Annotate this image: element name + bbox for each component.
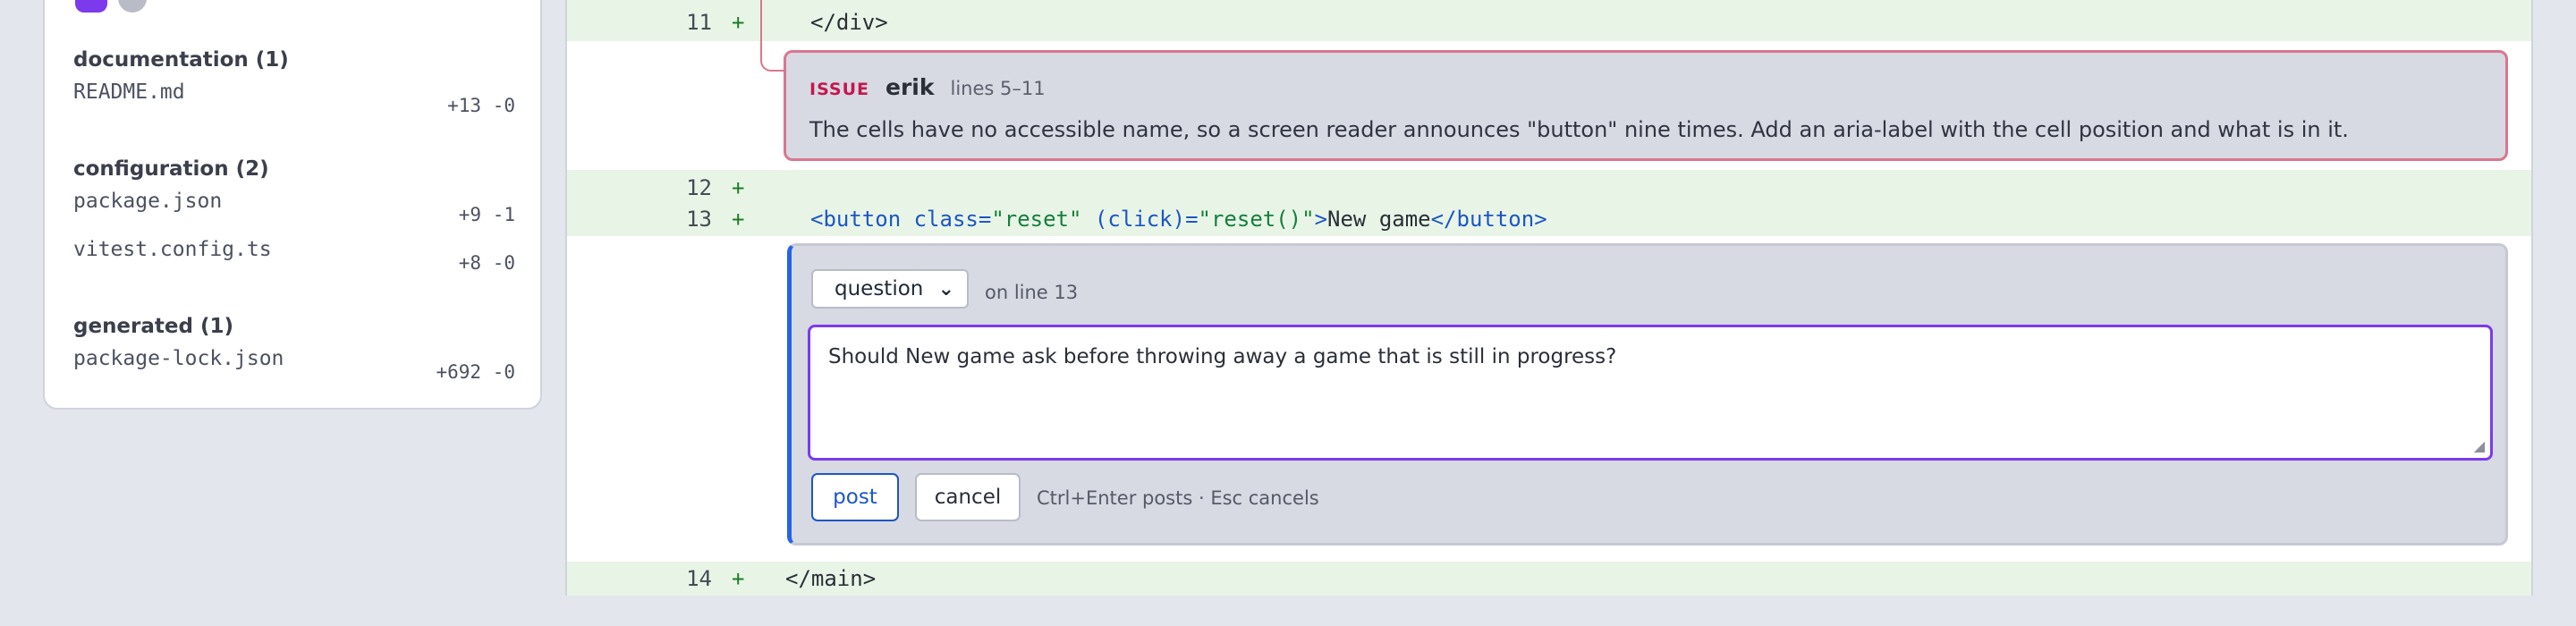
line-number: 11 <box>686 10 712 35</box>
comment-author: erik <box>886 74 935 100</box>
keyboard-hint: Ctrl+Enter posts · Esc cancels <box>1037 487 1319 509</box>
comment-draft-text: Should New game ask before throwing away… <box>828 345 1617 368</box>
file-name: package.json <box>73 190 223 213</box>
file-sidebar: documentation (1) README.md +13 -0 confi… <box>43 0 542 410</box>
comment-textarea[interactable]: Should New game ask before throwing away… <box>808 325 2493 461</box>
diff-line-13[interactable]: 13 + <button class="reset" (click)="rese… <box>567 206 2531 236</box>
file-item-vitest-config[interactable]: vitest.config.ts +8 -0 <box>73 231 515 279</box>
file-name: README.md <box>73 80 185 104</box>
code-text: </main> <box>785 566 877 591</box>
comment-kind-select[interactable]: question ⌄ <box>811 269 969 309</box>
file-name: vitest.config.ts <box>73 238 272 261</box>
file-change-stats: +8 -0 <box>458 252 515 274</box>
resize-handle-icon[interactable]: ◢ <box>2474 437 2485 454</box>
file-group-title: documentation (1) <box>73 48 289 72</box>
file-change-stats: +13 -0 <box>447 95 515 116</box>
comment-body: The cells have no accessible name, so a … <box>809 117 2349 142</box>
file-item-package-json[interactable]: package.json +9 -1 <box>73 182 515 231</box>
added-sign: + <box>732 175 745 200</box>
file-group-documentation: documentation (1) README.md +13 -0 <box>73 47 515 122</box>
file-item-package-lock[interactable]: package-lock.json +692 -0 <box>73 340 515 388</box>
added-sign: + <box>732 566 745 591</box>
diff-line-14[interactable]: 14 + </main> <box>567 562 2531 596</box>
file-name: package-lock.json <box>73 347 284 370</box>
file-group-generated: generated (1) package-lock.json +692 -0 <box>73 313 515 388</box>
sidebar-badges <box>75 0 147 13</box>
comment-kind-value: question <box>835 277 924 300</box>
code-text: <button class="reset" (click)="reset()">… <box>810 207 1547 232</box>
line-number: 14 <box>686 566 712 591</box>
diff-line-12[interactable]: 12 + <box>567 170 2531 206</box>
file-group-title: configuration (2) <box>73 157 269 181</box>
code-text: </div> <box>810 10 888 35</box>
composer-line-ref: on line 13 <box>985 282 1079 303</box>
purple-badge-icon[interactable] <box>75 0 107 13</box>
grey-badge-icon[interactable] <box>118 0 147 13</box>
issue-header: ISSUE erik lines 5–11 <box>809 74 1046 100</box>
comment-thread-connector <box>760 0 784 72</box>
chevron-down-icon: ⌄ <box>937 278 954 300</box>
post-button[interactable]: post <box>811 473 899 521</box>
file-item-readme[interactable]: README.md +13 -0 <box>73 73 515 122</box>
issue-kind-label: ISSUE <box>809 80 869 99</box>
comment-line-range: lines 5–11 <box>950 78 1046 99</box>
line-number: 13 <box>686 207 712 232</box>
file-change-stats: +692 -0 <box>436 361 515 383</box>
file-group-title: generated (1) <box>73 315 233 338</box>
file-group-configuration: configuration (2) package.json +9 -1 vit… <box>73 156 515 279</box>
added-sign: + <box>732 10 745 35</box>
added-sign: + <box>732 207 745 232</box>
file-change-stats: +9 -1 <box>458 204 515 225</box>
diff-panel: 11 + </div> ISSUE erik lines 5–11 The ce… <box>565 0 2533 596</box>
comment-composer: question ⌄ on line 13 Should New game as… <box>787 243 2508 546</box>
line-number: 12 <box>686 175 712 200</box>
issue-comment: ISSUE erik lines 5–11 The cells have no … <box>784 50 2508 161</box>
diff-line-11[interactable]: 11 + </div> <box>567 0 2531 41</box>
cancel-button[interactable]: cancel <box>915 473 1021 521</box>
